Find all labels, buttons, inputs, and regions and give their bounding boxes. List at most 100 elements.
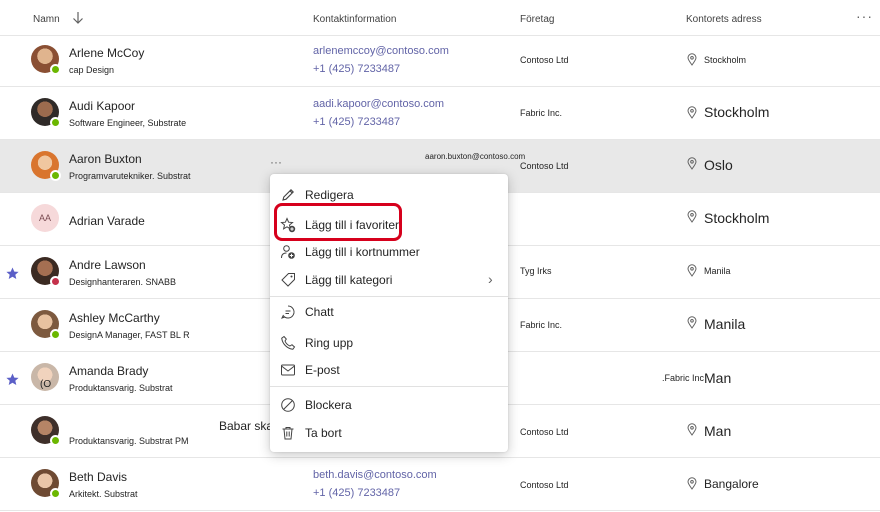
office-city: Stockholm xyxy=(704,210,770,226)
contact-company-overlay: .Fabric Inc xyxy=(662,373,705,383)
avatar[interactable] xyxy=(31,151,61,181)
block-icon xyxy=(281,398,295,412)
avatar[interactable] xyxy=(31,257,61,287)
contact-name[interactable]: Adrian Varade xyxy=(69,214,145,228)
menu-item-label: Redigera xyxy=(305,188,354,202)
menu-item-email[interactable]: E-post xyxy=(270,357,508,383)
location-icon xyxy=(687,316,697,329)
contact-email-link[interactable]: aadi.kapoor@contoso.com xyxy=(313,98,444,110)
sort-down-icon[interactable] xyxy=(72,11,84,25)
contact-email-overlay[interactable]: aaron.buxton@contoso.com xyxy=(425,152,525,161)
table-row[interactable]: Arlene McCoy cap Design arlenemccoy@cont… xyxy=(0,34,880,87)
contact-name[interactable]: Aaron Buxton xyxy=(69,152,142,166)
contact-title: Programvarutekniker. Substrat xyxy=(69,171,191,181)
contact-title: Software Engineer, Substrate xyxy=(69,118,187,128)
location-icon xyxy=(687,53,697,66)
contact-company: Contoso Ltd xyxy=(520,55,569,65)
menu-item-label: Lägg till i kortnummer xyxy=(305,245,420,259)
location-icon xyxy=(687,210,697,223)
office-city: Bangalore xyxy=(704,477,759,491)
location-icon xyxy=(687,106,697,119)
presence-available-icon xyxy=(50,329,61,340)
contact-company: Fabric Inc. xyxy=(520,108,563,118)
office-city: Stockholm xyxy=(704,55,747,65)
office-city: Stockholm xyxy=(704,104,770,120)
menu-item-add-category[interactable]: Lägg till kategori › xyxy=(270,267,508,293)
contact-name[interactable]: Amanda Brady xyxy=(69,364,148,378)
menu-item-label: Ring upp xyxy=(305,336,354,350)
contact-company: Fabric Inc. xyxy=(520,320,563,330)
menu-item-block[interactable]: Blockera xyxy=(270,392,508,418)
chat-icon xyxy=(280,305,295,319)
row-more-options-icon[interactable]: ··· xyxy=(270,155,282,169)
chevron-right-icon: › xyxy=(488,271,493,287)
menu-item-label: Ta bort xyxy=(305,426,342,440)
contact-title: DesignA Manager, FAST BL R xyxy=(69,330,190,340)
menu-item-label: Blockera xyxy=(305,398,352,412)
contact-title: Designhanteraren. SNABB xyxy=(69,277,177,287)
contact-company: Contoso Ltd xyxy=(520,480,569,490)
contact-phone-link[interactable]: +1 (425) 7233487 xyxy=(313,487,400,499)
menu-item-add-speed-dial[interactable]: Lägg till i kortnummer xyxy=(270,239,508,265)
phone-icon xyxy=(281,335,296,350)
avatar-initials[interactable]: AA xyxy=(31,204,59,232)
contact-email-link[interactable]: arlenemccoy@contoso.com xyxy=(313,45,449,57)
presence-available-icon xyxy=(50,170,61,181)
tag-icon xyxy=(281,273,295,287)
avatar[interactable] xyxy=(31,416,61,446)
presence-available-icon xyxy=(50,64,61,75)
contact-name[interactable]: Ashley McCarthy xyxy=(69,311,160,325)
menu-item-call[interactable]: Ring upp xyxy=(270,330,508,356)
contact-email-link[interactable]: beth.davis@contoso.com xyxy=(313,469,437,481)
office-city: Man xyxy=(704,423,732,439)
presence-available-icon xyxy=(50,488,61,499)
favorite-star-icon[interactable] xyxy=(6,267,19,280)
table-row[interactable]: Beth Davis Arkitekt. Substrat beth.davis… xyxy=(0,458,880,511)
contact-name[interactable]: Beth Davis xyxy=(69,470,127,484)
presence-available-icon xyxy=(50,117,61,128)
menu-item-label: Lägg till kategori xyxy=(305,273,393,287)
avatar[interactable]: (O xyxy=(31,363,59,391)
contact-title: Arkitekt. Substrat xyxy=(69,489,138,499)
contact-phone-link[interactable]: +1 (425) 7233487 xyxy=(313,116,400,128)
speed-dial-add-icon xyxy=(281,245,295,259)
table-row[interactable]: Audi Kapoor Software Engineer, Substrate… xyxy=(0,87,880,140)
favorite-star-icon[interactable] xyxy=(6,373,19,386)
location-icon xyxy=(687,264,697,277)
contact-title: Produktansvarig. Substrat PM xyxy=(69,436,189,446)
contact-phone-link[interactable]: +1 (425) 7233487 xyxy=(313,63,400,75)
contact-name[interactable]: Andre Lawson xyxy=(69,258,146,272)
column-header-name[interactable]: Namn xyxy=(33,14,60,25)
column-header-address[interactable]: Kontorets adress xyxy=(686,14,762,25)
contact-name[interactable]: Arlene McCoy xyxy=(69,46,144,60)
location-icon xyxy=(687,423,697,436)
avatar-overlay-text: (O xyxy=(40,379,52,390)
avatar[interactable] xyxy=(31,45,61,75)
menu-item-chat[interactable]: Chatt xyxy=(270,299,508,325)
contact-name[interactable]: Audi Kapoor xyxy=(69,99,135,113)
edit-icon xyxy=(282,189,294,201)
avatar[interactable] xyxy=(31,98,61,128)
contact-company: Contoso Ltd xyxy=(520,161,569,171)
presence-busy-icon xyxy=(50,276,61,287)
highlight-box xyxy=(274,203,402,241)
mail-icon xyxy=(281,364,295,376)
location-icon xyxy=(687,477,697,490)
menu-divider xyxy=(270,296,508,297)
office-city: Man xyxy=(704,370,732,386)
more-options-icon[interactable]: ··· xyxy=(856,8,873,24)
avatar[interactable] xyxy=(31,469,61,499)
column-header-company[interactable]: Företag xyxy=(520,14,554,25)
avatar[interactable] xyxy=(31,310,61,340)
office-city: Oslo xyxy=(704,157,733,173)
menu-item-label: E-post xyxy=(305,363,340,377)
office-city: Manila xyxy=(704,316,746,332)
office-city: Manila xyxy=(704,266,731,276)
location-icon xyxy=(687,157,697,170)
menu-item-delete[interactable]: Ta bort xyxy=(270,420,508,446)
column-header-contact[interactable]: Kontaktinformation xyxy=(313,14,396,25)
contact-title: Produktansvarig. Substrat xyxy=(69,383,173,393)
table-header: Namn Kontaktinformation Företag Kontoret… xyxy=(0,0,880,36)
menu-item-label: Chatt xyxy=(305,305,334,319)
menu-divider xyxy=(270,386,508,387)
